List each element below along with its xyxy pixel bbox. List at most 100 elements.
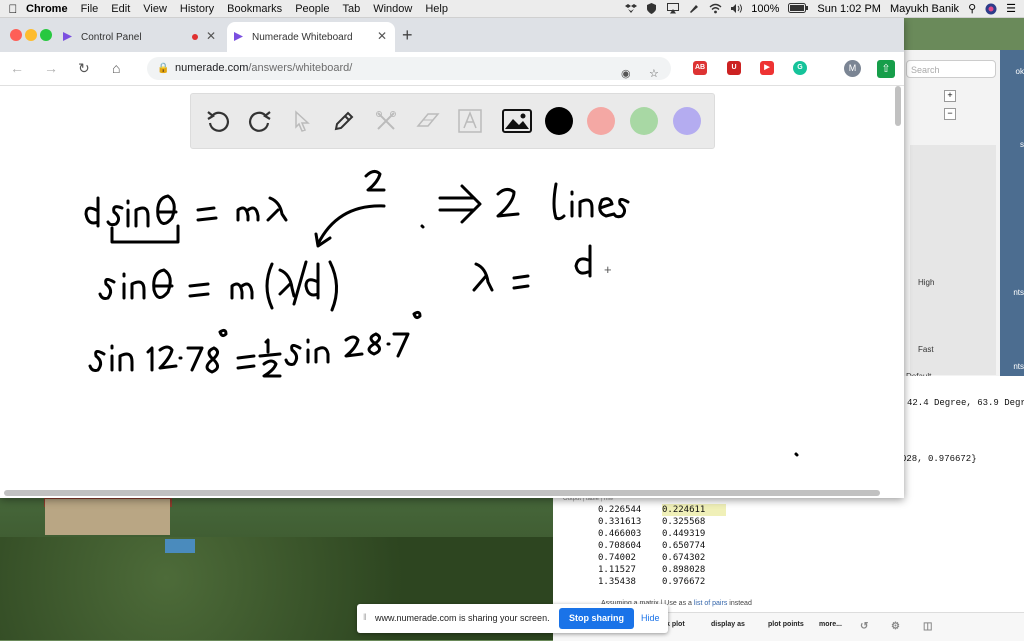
drag-handle-icon[interactable]: ‖ <box>363 612 367 622</box>
screen-sharing-bar: ‖ www.numerade.com is sharing your scree… <box>357 604 668 633</box>
table-cell: 0.674302 <box>662 553 706 563</box>
url-host: numerade.com <box>175 62 249 74</box>
apple-icon[interactable]:  <box>0 2 26 16</box>
wifi-icon[interactable] <box>709 3 722 14</box>
menu-history[interactable]: History <box>180 3 214 15</box>
close-icon[interactable]: ✕ <box>206 29 216 43</box>
bookmark-star-icon[interactable]: ☆ <box>649 63 659 86</box>
menu-people[interactable]: People <box>295 3 329 15</box>
bg-plot-points-button[interactable]: plot points <box>768 621 804 628</box>
close-window-button[interactable] <box>10 29 22 41</box>
vertical-scrollbar[interactable] <box>895 86 901 126</box>
background-app-window: Search + − High Fast Default ok s nts nt… <box>904 50 1024 381</box>
notification-center-icon[interactable]: ☰ <box>1006 2 1016 15</box>
tab-control-panel[interactable]: Control Panel ✕ <box>56 22 224 52</box>
menu-file[interactable]: File <box>81 3 99 15</box>
table-cell: 1.11527 <box>598 565 636 575</box>
airplay-icon[interactable] <box>667 3 680 14</box>
stop-sharing-button[interactable]: Stop sharing <box>559 608 634 629</box>
bg-gear-icon[interactable]: ⚙ <box>891 621 900 632</box>
volume-icon[interactable] <box>730 3 743 14</box>
bg-assume-suffix: instead <box>727 600 752 607</box>
extension-adblock-icon[interactable]: AB <box>693 61 707 75</box>
camera-blocked-icon[interactable]: ◉ <box>621 63 631 86</box>
bg-result-line: 42.4 Degree, 63.9 Degr <box>907 398 1024 408</box>
ink-stroke <box>344 335 364 358</box>
profile-avatar[interactable]: M <box>844 60 861 77</box>
bg-minus-button[interactable]: − <box>944 108 956 120</box>
ink-stroke <box>598 197 616 218</box>
menu-bar:  Chrome File Edit View History Bookmark… <box>0 0 1024 18</box>
extension-media-icon[interactable]: ▶ <box>760 61 774 75</box>
menu-edit[interactable]: Edit <box>111 3 130 15</box>
ink-stroke <box>258 338 282 378</box>
ink-stroke <box>218 328 228 338</box>
ink-stroke <box>420 224 425 229</box>
menu-help[interactable]: Help <box>425 3 448 15</box>
table-row: 0.226544 0.224611 <box>598 504 726 516</box>
minimize-window-button[interactable] <box>25 29 37 41</box>
pen-tablet-icon[interactable] <box>688 3 700 14</box>
table-row: 1.35438 0.976672 <box>598 576 726 588</box>
bg-comment-icon[interactable]: ◫ <box>923 621 932 632</box>
table-cell: 0.449319 <box>662 529 706 539</box>
forward-button[interactable]: → <box>44 60 58 76</box>
bg-search-field[interactable]: Search <box>906 60 996 78</box>
close-icon[interactable]: ✕ <box>377 29 387 43</box>
ink-stroke <box>236 206 260 222</box>
ink-stroke <box>278 268 296 298</box>
ink-stroke <box>84 196 100 228</box>
bg-result-line-2: 028, 0.976672} <box>901 454 977 464</box>
tab-numerade-whiteboard[interactable]: Numerade Whiteboard ✕ <box>227 22 395 52</box>
table-cell: 0.650774 <box>662 541 706 551</box>
menu-tab[interactable]: Tab <box>342 3 360 15</box>
horizontal-scrollbar[interactable] <box>4 490 880 496</box>
home-button[interactable]: ⌂ <box>112 60 120 76</box>
clock[interactable]: Sun 1:02 PM <box>817 3 881 15</box>
status-area: 100% Sun 1:02 PM Mayukh Banik ⚲ ☰ <box>625 0 1016 17</box>
update-icon[interactable]: ⇧ <box>877 60 895 78</box>
bg-more-button[interactable]: more... <box>819 621 842 628</box>
hide-button[interactable]: Hide <box>641 613 660 623</box>
bg-plot-button[interactable]: k plot <box>666 621 685 628</box>
ink-stroke <box>552 182 566 221</box>
menu-bookmarks[interactable]: Bookmarks <box>227 3 282 15</box>
bg-plus-button[interactable]: + <box>944 90 956 102</box>
reload-button[interactable]: ↻ <box>78 60 90 77</box>
menu-window[interactable]: Window <box>373 3 412 15</box>
bg-sidebar: ok s nts nts <box>1000 50 1024 380</box>
table-row: 0.466003 0.449319 <box>598 528 726 540</box>
extension-grammarly-icon[interactable]: G <box>793 61 807 75</box>
address-bar[interactable]: 🔒 numerade.com/answers/whiteboard/ ◉ ☆ <box>147 57 671 80</box>
table-cell: 0.74002 <box>598 553 636 563</box>
bg-sidebar-text-4: nts <box>1013 362 1024 371</box>
table-cell: 0.331613 <box>598 517 642 527</box>
lock-icon[interactable]: 🔒 <box>157 57 169 80</box>
siri-icon[interactable] <box>985 3 997 15</box>
recording-indicator-icon <box>192 34 198 40</box>
table-cell: 0.325568 <box>662 517 706 527</box>
ink-stroke <box>304 262 320 300</box>
ink-stroke <box>230 282 254 300</box>
extension-shield-icon[interactable]: U <box>727 61 741 75</box>
app-menu[interactable]: Chrome <box>26 3 68 15</box>
table-cell: 0.226544 <box>598 505 642 515</box>
bg-refresh-icon[interactable]: ↺ <box>860 621 868 632</box>
spotlight-icon[interactable]: ⚲ <box>968 2 976 15</box>
bg-display-as-button[interactable]: display as <box>711 621 745 628</box>
whiteboard-canvas[interactable]: + <box>0 86 904 498</box>
ink-stroke <box>512 274 530 290</box>
ink-stroke <box>794 452 799 457</box>
new-tab-button[interactable]: + <box>402 25 413 46</box>
dropbox-icon[interactable] <box>625 3 638 14</box>
wallpaper-building <box>45 499 170 535</box>
user-name[interactable]: Mayukh Banik <box>890 3 959 15</box>
ink-stroke <box>292 260 308 306</box>
back-button[interactable]: ← <box>10 60 24 76</box>
maximize-window-button[interactable] <box>40 29 52 41</box>
battery-icon[interactable] <box>788 3 809 14</box>
bg-assume-link[interactable]: list of pairs <box>694 600 727 607</box>
shield-icon[interactable] <box>646 3 658 14</box>
menu-view[interactable]: View <box>143 3 167 15</box>
table-row: 0.331613 0.325568 <box>598 516 726 528</box>
